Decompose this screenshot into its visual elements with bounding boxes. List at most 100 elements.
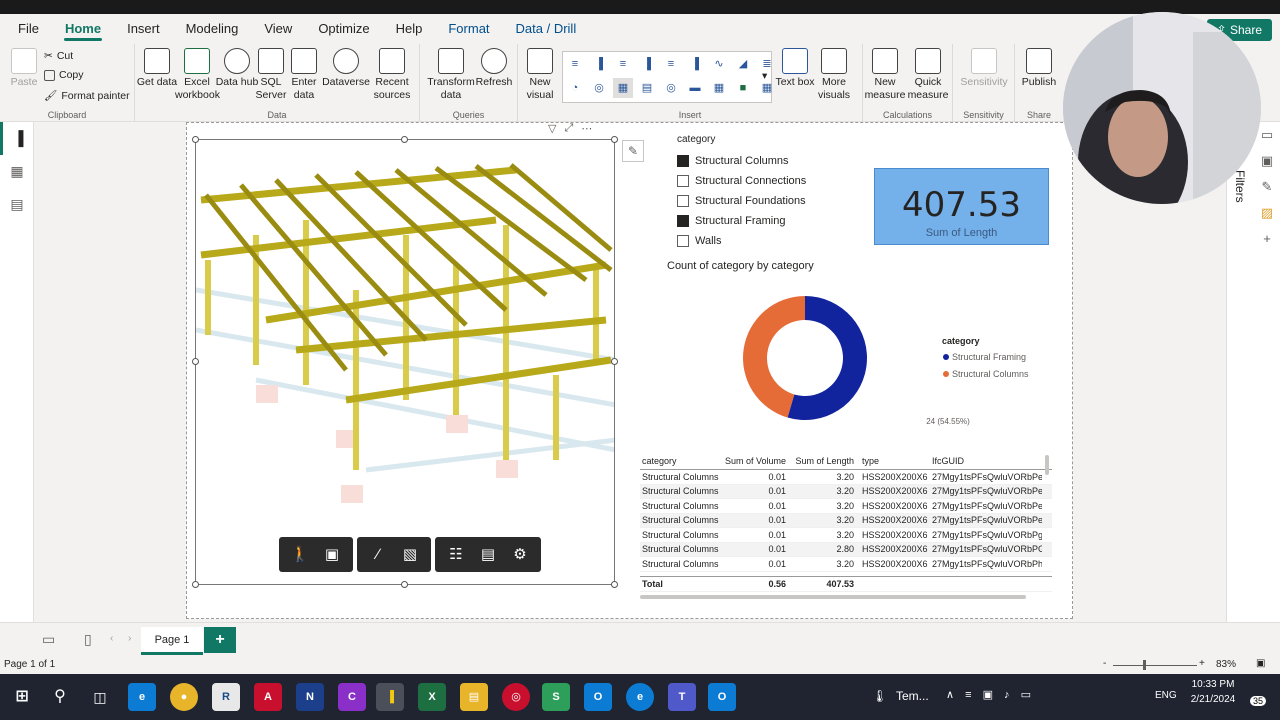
- camera-icon[interactable]: ▣: [317, 540, 347, 570]
- tab-optimize[interactable]: Optimize: [305, 14, 382, 44]
- focus-mode-icon[interactable]: ⤢: [564, 122, 573, 135]
- teams-icon[interactable]: T: [668, 683, 696, 711]
- line-chart-icon[interactable]: ∿: [709, 54, 729, 74]
- paste-button[interactable]: Paste: [2, 48, 46, 89]
- table-row[interactable]: Structural Columns 0.01 3.20 HSS200X200X6 27…: [640, 499, 1052, 514]
- get-data-button[interactable]: Get data: [135, 48, 179, 89]
- fit-page-icon[interactable]: ▣: [1256, 658, 1265, 669]
- area-chart-icon[interactable]: ◢: [733, 54, 753, 74]
- legend-marker[interactable]: [943, 354, 949, 360]
- tab-view[interactable]: View: [251, 14, 305, 44]
- recent-sources-button[interactable]: Recent sources: [369, 48, 415, 102]
- visualizations-icon[interactable]: ▣: [1254, 148, 1280, 174]
- table-visual-icon[interactable]: ▦: [709, 78, 729, 98]
- slicer-item[interactable]: Structural Framing: [677, 211, 857, 231]
- system-tray-icons[interactable]: ∧ ≡ ▣ ♪ ▭: [946, 688, 1035, 701]
- clustered-bar-icon[interactable]: ≡: [613, 54, 633, 74]
- task-view-icon[interactable]: ◫: [86, 683, 114, 711]
- new-measure-button[interactable]: New measure: [863, 48, 907, 102]
- outlook-2-icon[interactable]: O: [708, 683, 736, 711]
- model-view-icon[interactable]: ▤: [0, 188, 34, 221]
- tab-help[interactable]: Help: [383, 14, 436, 44]
- chrome-icon[interactable]: ●: [170, 683, 198, 711]
- clock-time[interactable]: 10:33 PM: [1188, 679, 1238, 690]
- column-header[interactable]: IfcGUID: [930, 456, 1042, 466]
- resize-handle[interactable]: [611, 358, 618, 365]
- add-page-button[interactable]: +: [204, 627, 236, 653]
- table-total-row[interactable]: Total 0.56 407.53: [640, 575, 1052, 592]
- table-row[interactable]: Structural Columns 0.01 3.20 HSS200X200X6 27…: [640, 470, 1052, 485]
- table-row[interactable]: Structural Columns 0.01 3.20 HSS200X200X6 27…: [640, 484, 1052, 499]
- transform-data-button[interactable]: Transform data: [426, 48, 476, 102]
- map-icon[interactable]: ▤: [637, 78, 657, 98]
- next-page-icon[interactable]: ›: [128, 633, 131, 644]
- cut-button[interactable]: ✂ Cut: [44, 50, 73, 62]
- slicer-item[interactable]: Walls: [677, 231, 857, 251]
- tab-modeling[interactable]: Modeling: [173, 14, 252, 44]
- gallery-expand-icon[interactable]: ▾: [762, 70, 767, 82]
- format-brush-icon[interactable]: ✎: [622, 140, 644, 162]
- walk-person-icon[interactable]: 🚶: [285, 540, 315, 570]
- tab-file[interactable]: File: [0, 14, 52, 44]
- format-icon[interactable]: ✎: [1254, 174, 1280, 200]
- file-explorer-icon[interactable]: ▤: [460, 683, 488, 711]
- resize-handle[interactable]: [401, 581, 408, 588]
- tab-data-drill[interactable]: Data / Drill: [503, 14, 590, 44]
- resize-handle[interactable]: [401, 136, 408, 143]
- table-horizontal-scrollbar[interactable]: [640, 595, 1026, 599]
- legend-marker[interactable]: [943, 371, 949, 377]
- column-header[interactable]: category: [640, 456, 724, 466]
- powerbi-icon[interactable]: ▐: [376, 683, 404, 711]
- filters-label[interactable]: Filters: [1233, 170, 1247, 203]
- donut-chart[interactable]: 24 (54.55%)20 (45.45%)categoryStructural…: [690, 282, 1050, 432]
- stacked-bar-icon[interactable]: ≡: [565, 54, 585, 74]
- report-view-icon[interactable]: ▐: [0, 122, 34, 155]
- weather-text[interactable]: Tem...: [896, 689, 929, 703]
- resize-handle[interactable]: [192, 136, 199, 143]
- resize-handle[interactable]: [611, 581, 618, 588]
- zoom-slider[interactable]: [1113, 665, 1197, 666]
- cube-section-icon[interactable]: ▧: [395, 540, 425, 570]
- column-header[interactable]: Sum of Length: [790, 456, 858, 466]
- sum-length-card[interactable]: 407.53 Sum of Length: [874, 168, 1049, 245]
- navisworks-icon[interactable]: N: [296, 683, 324, 711]
- table-header-row[interactable]: category Sum of Volume Sum of Length type If…: [640, 452, 1052, 470]
- edge-icon[interactable]: e: [128, 683, 156, 711]
- slicer-checkbox[interactable]: [677, 175, 689, 187]
- zoom-in-icon[interactable]: +: [1199, 658, 1205, 669]
- treemap-icon[interactable]: ▦: [613, 78, 633, 98]
- globe-icon[interactable]: ◎: [661, 78, 681, 98]
- table-view-icon[interactable]: ▦: [0, 155, 34, 188]
- resize-handle[interactable]: [192, 358, 199, 365]
- resize-handle[interactable]: [192, 581, 199, 588]
- legend-item[interactable]: Structural Framing: [952, 352, 1026, 362]
- custom-visual-icon[interactable]: ■: [733, 78, 753, 98]
- properties-icon[interactable]: ▤: [473, 540, 503, 570]
- slicer-checkbox[interactable]: [677, 155, 689, 167]
- resize-handle[interactable]: [611, 136, 618, 143]
- 100-column-icon[interactable]: ▐: [685, 54, 705, 74]
- table-row[interactable]: Structural Columns 0.01 2.80 HSS200X200X6 27…: [640, 542, 1052, 557]
- ifc-3d-viewer[interactable]: [195, 139, 615, 585]
- notification-badge[interactable]: 35: [1250, 696, 1267, 706]
- slicer-checkbox[interactable]: [677, 215, 689, 227]
- legend-item[interactable]: Structural Columns: [952, 369, 1029, 379]
- windows-start-icon[interactable]: ⊞: [8, 683, 36, 711]
- stacked-column-icon[interactable]: ▐: [589, 54, 609, 74]
- 100-bar-icon[interactable]: ≡: [661, 54, 681, 74]
- bookmarks-icon[interactable]: ▨: [1254, 200, 1280, 226]
- slicer-item[interactable]: Structural Columns: [677, 151, 857, 171]
- prev-page-icon[interactable]: ‹: [110, 633, 113, 644]
- data-table[interactable]: category Sum of Volume Sum of Length type If…: [640, 452, 1052, 600]
- filter-icon[interactable]: ▽: [548, 122, 556, 135]
- card-icon[interactable]: ▬: [685, 78, 705, 98]
- revit-icon[interactable]: R: [212, 683, 240, 711]
- slicer-item[interactable]: Structural Connections: [677, 171, 857, 191]
- table-row[interactable]: Structural Columns 0.01 3.20 HSS200X200X6 27…: [640, 528, 1052, 543]
- language-indicator[interactable]: ENG: [1155, 690, 1177, 701]
- search-icon[interactable]: ⚲: [46, 683, 74, 711]
- outlook-icon[interactable]: O: [584, 683, 612, 711]
- publish-button[interactable]: Publish: [1017, 48, 1061, 89]
- donut-chart-icon[interactable]: ◎: [589, 78, 609, 98]
- clock-date[interactable]: 2/21/2024: [1186, 694, 1240, 705]
